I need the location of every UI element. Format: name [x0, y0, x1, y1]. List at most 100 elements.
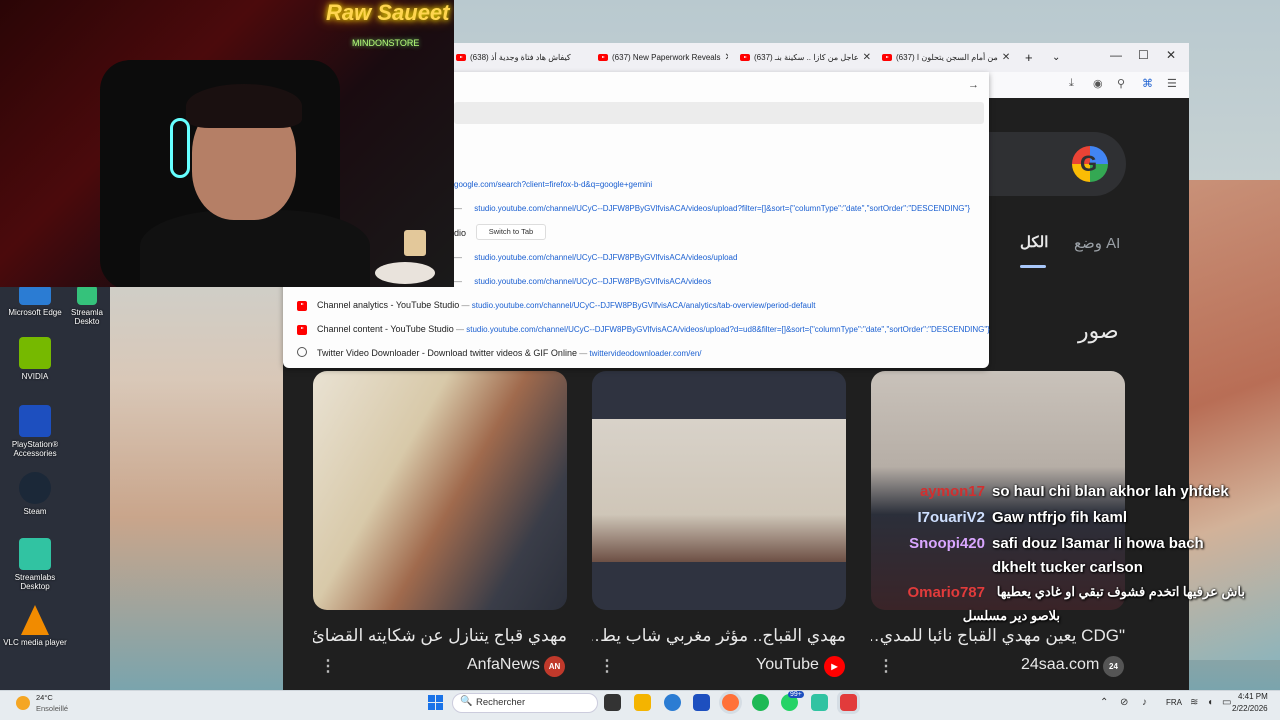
desktop-icon-label: NVIDIA [21, 372, 49, 381]
suggestion-item[interactable]: Channel content - YouTube Studio — studi… [317, 324, 990, 334]
close-icon[interactable]: ✕ [863, 52, 870, 63]
sun-icon[interactable] [16, 696, 30, 710]
headset [170, 118, 190, 178]
more-options-icon[interactable]: ⋮ [320, 656, 336, 676]
edge-icon[interactable] [664, 694, 681, 711]
suggestion-title: Twitter Video Downloader - Download twit… [317, 348, 577, 358]
desktop-icon-label: Microsoft Edge [8, 308, 62, 317]
google-logo-icon[interactable] [1072, 146, 1108, 182]
streamlabs-icon [19, 538, 51, 570]
go-arrow-icon[interactable]: → [968, 79, 979, 91]
streamer-hair [186, 84, 302, 128]
weather-temp[interactable]: 24°C [36, 693, 53, 702]
tab-list-button[interactable]: ⌄ [1052, 47, 1060, 68]
streamlabs-icon[interactable] [811, 694, 828, 711]
spotify-icon[interactable] [752, 694, 769, 711]
extensions-icon[interactable]: ⚲ [1117, 77, 1125, 90]
image-result-title[interactable]: مهدي القباج.. مؤثر مغربي شاب يط… [592, 626, 846, 646]
image-result-title[interactable]: "CDG يعين مهدي القباج نائبا للمدي… [871, 626, 1125, 646]
download-icon[interactable]: ⤓ [1069, 77, 1074, 90]
plate [375, 262, 435, 284]
suggestion-item[interactable]: Channel analytics - YouTube Studio — stu… [317, 300, 815, 310]
url-input[interactable] [454, 102, 984, 124]
desktop-icon-playstation[interactable]: PlayStation® Accessories [0, 405, 70, 458]
battery-icon[interactable]: ▭ [1222, 697, 1231, 708]
image-result-title[interactable]: مهدي قباج يتنازل عن شكايته القضائ… [313, 626, 567, 646]
browser-tab[interactable]: (637) عاجل من كازا .. سكينة بنـ ✕ [740, 47, 870, 68]
chat-username: Snoopi420 [909, 535, 985, 552]
microphone-icon[interactable]: ♪ [1142, 697, 1147, 708]
desktop-icon-label: Streamlabs Desktop [14, 573, 56, 591]
chat-message: dkhelt tucker carlson [992, 559, 1143, 576]
image-result-thumbnail[interactable] [313, 371, 567, 610]
browser-tab[interactable]: (637) New Paperwork Reveals ✕ [598, 47, 728, 68]
suggestion-title: Channel analytics - YouTube Studio [317, 300, 460, 310]
firefox-icon[interactable] [722, 694, 739, 711]
tab-label: (637) عاجل من كازا .. سكينة بنـ [754, 53, 859, 62]
suggestion-item[interactable]: — studio.youtube.com/channel/UCyC--DJFW8… [454, 204, 970, 213]
windows-start-icon[interactable] [428, 695, 443, 710]
volume-icon[interactable]: ◖ [1207, 697, 1213, 708]
webcam-overlay: Raw Saueet MINDONSTORE [0, 0, 454, 287]
tab-ai-mode[interactable]: وضع AI [1074, 234, 1120, 252]
image-result-thumbnail[interactable] [592, 371, 846, 610]
tab-all[interactable]: الكل [1020, 233, 1048, 251]
maximize-button[interactable]: ☐ [1138, 48, 1149, 62]
image-result-source[interactable]: AnfaNews [467, 656, 540, 674]
close-icon[interactable]: ✕ [725, 52, 729, 63]
clock-time[interactable]: 4:41 PM [1238, 692, 1268, 701]
wifi-icon[interactable]: ≋ [1190, 697, 1198, 708]
suggestion-title: Channel content - YouTube Studio [317, 324, 454, 334]
close-window-button[interactable]: ✕ [1166, 48, 1176, 62]
clock-date[interactable]: 2/22/2026 [1232, 704, 1268, 713]
desktop-icon-streamlabs[interactable]: Streamlabs Desktop [0, 538, 70, 591]
youtube-icon [882, 54, 892, 61]
youtube-icon [740, 54, 750, 61]
tab-label: (638) كيفاش هاد فتاة وجدية أذ [470, 53, 571, 62]
desktop-icon-steam[interactable]: Steam [0, 472, 70, 516]
chat-username: Omario787 [907, 584, 985, 601]
youtube-icon [598, 54, 608, 61]
account-icon[interactable]: ◉ [1093, 77, 1103, 90]
desktop-icon-streamlabs-top[interactable]: Streamla Deskto [62, 285, 112, 326]
minimize-button[interactable]: — [1110, 48, 1122, 62]
suggestion-item[interactable]: — studio.youtube.com/channel/UCyC--DJFW8… [454, 253, 737, 262]
more-options-icon[interactable]: ⋮ [599, 656, 615, 676]
chevron-up-icon[interactable]: ⌃ [1100, 697, 1108, 708]
desktop-icon-edge[interactable]: Microsoft Edge [0, 285, 70, 317]
suggestion-item[interactable]: Twitter Video Downloader - Download twit… [317, 348, 701, 358]
browser-tab[interactable]: (638) كيفاش هاد فتاة وجدية أذ [456, 47, 596, 68]
desktop-icon-label: Steam [23, 507, 47, 516]
browser-tab[interactable]: (637) من أمام السجن يتحلون ا ✕ [882, 47, 1012, 68]
suggestion-url: studio.youtube.com/channel/UCyC--DJFW8PB… [474, 204, 971, 213]
desktop-icon-vlc[interactable]: VLC media player [0, 605, 70, 647]
image-result-source[interactable]: 24saa.com [1021, 656, 1099, 674]
capcut-icon[interactable] [840, 694, 857, 711]
task-view-icon[interactable] [604, 694, 621, 711]
new-tab-button[interactable]: + [1025, 47, 1033, 68]
menu-icon[interactable]: ☰ [1167, 77, 1177, 90]
suggestion-item[interactable]: dio [454, 228, 466, 238]
switch-to-tab-button[interactable]: Switch to Tab [476, 224, 546, 240]
translate-icon[interactable]: ⌘ [1142, 77, 1153, 90]
close-icon[interactable]: ✕ [1002, 52, 1010, 63]
source-favicon: 24 [1103, 656, 1124, 677]
steam-icon [19, 472, 51, 504]
desktop-icon-nvidia[interactable]: NVIDIA [0, 337, 70, 381]
source-favicon: AN [544, 656, 565, 677]
chat-message: so hauI chi blan akhor lah yhfdek [992, 483, 1229, 500]
network-off-icon[interactable]: ⊘ [1120, 697, 1128, 708]
chat-message: باش عرفيها اتخدم فشوف تبقي او غادي يعطيه… [996, 584, 1245, 599]
weather-desc[interactable]: Ensoleillé [36, 704, 68, 713]
suggestion-item[interactable]: google.com/search?client=firefox-b-d&q=g… [454, 180, 652, 189]
image-result-source[interactable]: YouTube [756, 656, 819, 674]
neon-sign-sub: MINDONSTORE [352, 38, 420, 48]
chat-username: I7ouariV2 [917, 509, 985, 526]
file-explorer-icon[interactable] [634, 694, 651, 711]
more-options-icon[interactable]: ⋮ [878, 656, 894, 676]
youtube-icon [297, 301, 307, 311]
language-indicator[interactable]: FRA [1166, 698, 1182, 707]
suggestion-item[interactable]: — studio.youtube.com/channel/UCyC--DJFW8… [454, 277, 711, 286]
store-icon[interactable] [693, 694, 710, 711]
globe-icon [297, 347, 307, 357]
